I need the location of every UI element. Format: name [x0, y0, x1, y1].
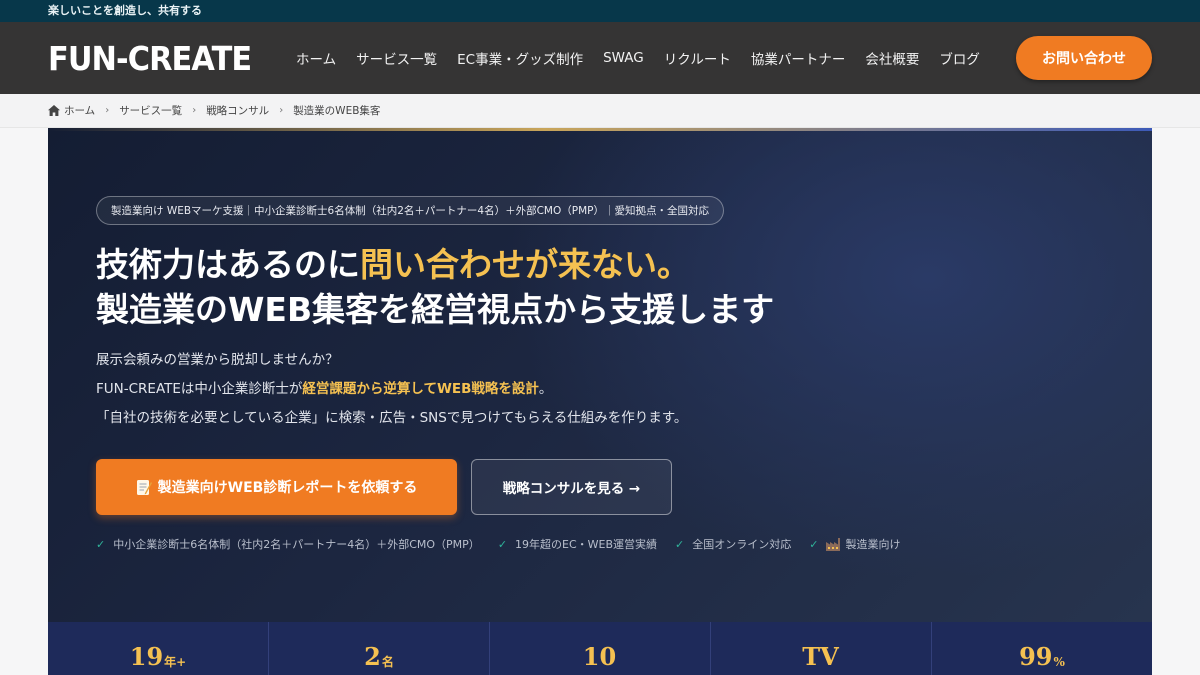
check-label: 全国オンライン対応	[692, 538, 792, 551]
breadcrumb-services[interactable]: サービス一覧	[119, 103, 182, 118]
stat-number: 10	[582, 642, 617, 671]
hero-accent-line	[48, 128, 1152, 131]
stat-consultants: 2名	[269, 622, 490, 675]
stat-number: 2	[364, 642, 381, 671]
stat-unit: 年+	[164, 655, 187, 669]
chevron-right-icon: ›	[105, 105, 110, 116]
site-header: FUN-CREATE ホーム サービス一覧 EC事業・グッズ制作 SWAG リク…	[0, 22, 1200, 94]
headline-line2: 製造業のWEB集客を経営視点から支援します	[96, 290, 775, 329]
breadcrumb-current: 製造業のWEB集客	[293, 105, 381, 117]
list-item: ✓ 全国オンライン対応	[675, 536, 791, 552]
stat-unit: 名	[381, 655, 394, 669]
hero-badge: 製造業向け WEBマーケ支援｜中小企業診断士6名体制（社内2名＋パートナー4名）…	[96, 196, 724, 225]
hero-section: 製造業向け WEBマーケ支援｜中小企業診断士6名体制（社内2名＋パートナー4名）…	[48, 128, 1152, 622]
stat-ten: 10	[490, 622, 711, 675]
stat-tv: TV	[711, 622, 932, 675]
request-report-label: 製造業向けWEB診断レポートを依頼する	[157, 480, 418, 496]
check-icon: ✓	[675, 537, 685, 551]
stat-unit: %	[1053, 655, 1065, 669]
check-label: 製造業向け	[845, 538, 901, 551]
nav-item-blog[interactable]: ブログ	[939, 48, 980, 68]
breadcrumb: ホーム › サービス一覧 › 戦略コンサル › 製造業のWEB集客	[0, 94, 1200, 128]
check-icon: ✓	[809, 537, 819, 551]
check-icon: ✓	[497, 537, 508, 551]
hero-headline: 技術力はあるのに問い合わせが来ない。 製造業のWEB集客を経営視点から支援します	[96, 242, 774, 332]
desc-line2-end: 。	[538, 381, 553, 397]
request-report-button[interactable]: 製造業向けWEB診断レポートを依頼する	[96, 459, 457, 515]
desc-line1: 展示会頼みの営業から脱却しませんか？	[96, 352, 339, 368]
nav-item-home[interactable]: ホーム	[296, 48, 336, 68]
breadcrumb-home[interactable]: ホーム	[64, 103, 95, 118]
hero-description: 展示会頼みの営業から脱却しませんか？ FUN-CREATEは中小企業診断士が経営…	[96, 346, 687, 433]
stat-years: 19 年+	[48, 622, 269, 675]
tagline: 楽しいことを創造し、共有する	[48, 4, 202, 17]
desc-line2: FUN-CREATEは中小企業診断士が経営課題から逆算してWEB戦略を設計。	[96, 375, 687, 404]
nav-item-recruit[interactable]: リクルート	[664, 48, 731, 68]
nav-item-company[interactable]: 会社概要	[865, 48, 919, 68]
check-label: 19年超のEC・WEB運営実績	[515, 538, 658, 551]
check-label: 中小企業診断士6名体制（社内2名＋パートナー4名）＋外部CMO（PMP）	[113, 538, 480, 551]
stat-number: 19	[129, 642, 164, 671]
stat-percent: 99%	[932, 622, 1152, 675]
list-item: ✓ 19年超のEC・WEB運営実績	[498, 536, 657, 552]
site-logo[interactable]: FUN-CREATE	[48, 39, 252, 78]
stats-bar: 19 年+ 2名 10 TV 99%	[48, 622, 1152, 675]
nav-item-services[interactable]: サービス一覧	[356, 48, 437, 68]
chevron-right-icon: ›	[192, 105, 197, 116]
chevron-right-icon: ›	[279, 105, 284, 116]
hero-checklist: ✓ 中小企業診断士6名体制（社内2名＋パートナー4名）＋外部CMO（PMP） ✓ 1…	[96, 536, 918, 552]
nav-item-swag[interactable]: SWAG	[603, 50, 644, 66]
headline-line1-text: 技術力はあるのに	[96, 245, 360, 284]
nav-item-ec-goods[interactable]: EC事業・グッズ制作	[457, 48, 583, 68]
top-tagline-bar: 楽しいことを創造し、共有する	[0, 0, 1200, 22]
list-item: ✓ 中小企業診断士6名体制（社内2名＋パートナー4名）＋外部CMO（PMP）	[96, 536, 480, 552]
view-strategy-consulting-button[interactable]: 戦略コンサルを見る →	[471, 459, 672, 515]
check-icon: ✓	[96, 537, 106, 551]
factory-icon	[826, 537, 841, 551]
stat-number: TV	[802, 642, 839, 671]
desc-line2-text: FUN-CREATEは中小企業診断士が	[96, 381, 303, 397]
contact-button[interactable]: お問い合わせ	[1016, 36, 1152, 80]
desc-line2-highlight: 経営課題から逆算してWEB戦略を設計	[302, 381, 539, 397]
main-nav: ホーム サービス一覧 EC事業・グッズ制作 SWAG リクルート 協業パートナー…	[296, 22, 1000, 94]
memo-icon	[136, 480, 152, 495]
headline-highlight: 問い合わせが来ない。	[360, 245, 690, 284]
nav-item-partners[interactable]: 協業パートナー	[751, 48, 846, 68]
list-item: ✓ 製造業向け	[809, 536, 900, 552]
stat-number: 99	[1019, 642, 1053, 671]
breadcrumb-strategy-consulting[interactable]: 戦略コンサル	[206, 103, 269, 118]
desc-line3: 「自社の技術を必要としている企業」に検索・広告・SNSで見つけてもらえる仕組みを…	[96, 410, 688, 426]
home-icon	[48, 105, 60, 116]
